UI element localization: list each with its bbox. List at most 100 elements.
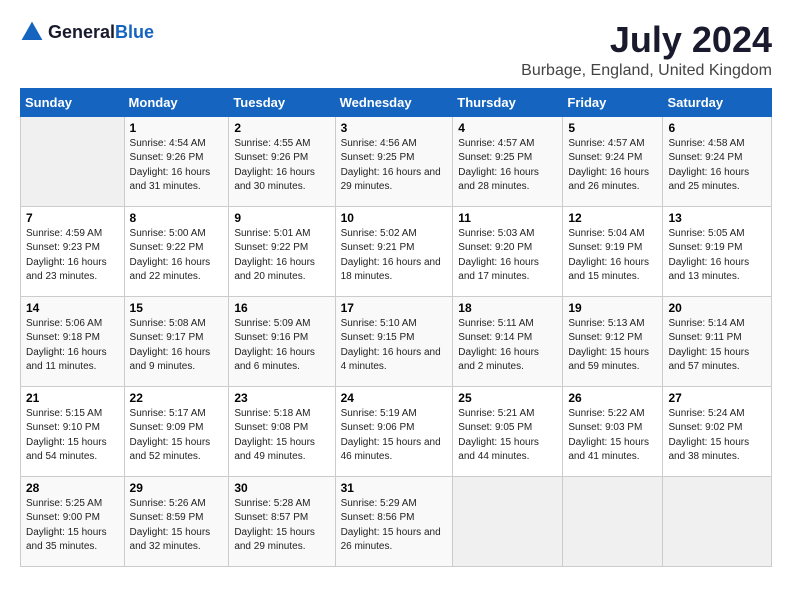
calendar-cell	[453, 476, 563, 566]
day-number: 17	[341, 301, 448, 315]
day-header-saturday: Saturday	[663, 88, 772, 116]
day-info: Sunrise: 4:54 AMSunset: 9:26 PMDaylight:…	[130, 137, 224, 195]
calendar-cell: 12 Sunrise: 5:04 AMSunset: 9:19 PMDayligh…	[563, 206, 663, 296]
calendar-week-row: 28Sunrise: 5:25 AMSunset: 9:00 PMDayligh…	[21, 476, 772, 566]
day-info: Sunrise: 5:18 AMSunset: 9:08 PMDaylight:…	[234, 407, 329, 465]
day-number: 6	[668, 121, 766, 135]
day-info: Sunrise: 5:03 AMSunset: 9:20 PMDaylight:…	[458, 227, 557, 285]
page-header: GeneralBlue July 2024 Burbage, England, …	[20, 20, 772, 80]
calendar-cell: 20 Sunrise: 5:14 AMSunset: 9:11 PMDayligh…	[663, 296, 772, 386]
day-number: 22	[130, 391, 224, 405]
calendar-header-row: SundayMondayTuesdayWednesdayThursdayFrid…	[21, 88, 772, 116]
day-number: 31	[341, 481, 448, 495]
day-info: Sunrise: 5:00 AMSunset: 9:22 PMDaylight:…	[130, 227, 224, 285]
day-info: Sunrise: 5:02 AMSunset: 9:21 PMDaylight:…	[341, 227, 448, 285]
day-info: Sunrise: 5:15 AMSunset: 9:10 PMDaylight:…	[26, 407, 119, 465]
day-info: Sunrise: 4:59 AMSunset: 9:23 PMDaylight:…	[26, 227, 119, 285]
logo-general: General	[48, 22, 115, 42]
day-number: 25	[458, 391, 557, 405]
day-header-tuesday: Tuesday	[229, 88, 335, 116]
calendar-cell: 2 Sunrise: 4:55 AMSunset: 9:26 PMDaylight…	[229, 116, 335, 206]
calendar-cell: 3 Sunrise: 4:56 AMSunset: 9:25 PMDaylight…	[335, 116, 453, 206]
calendar-cell: 23Sunrise: 5:18 AMSunset: 9:08 PMDayligh…	[229, 386, 335, 476]
day-number: 4	[458, 121, 557, 135]
day-info: Sunrise: 5:17 AMSunset: 9:09 PMDaylight:…	[130, 407, 224, 465]
day-info: Sunrise: 5:19 AMSunset: 9:06 PMDaylight:…	[341, 407, 448, 465]
day-info: Sunrise: 5:11 AMSunset: 9:14 PMDaylight:…	[458, 317, 557, 375]
day-number: 13	[668, 211, 766, 225]
calendar-cell: 4 Sunrise: 4:57 AMSunset: 9:25 PMDaylight…	[453, 116, 563, 206]
calendar-cell: 28Sunrise: 5:25 AMSunset: 9:00 PMDayligh…	[21, 476, 125, 566]
logo-icon	[20, 20, 44, 44]
day-info: Sunrise: 4:55 AMSunset: 9:26 PMDaylight:…	[234, 137, 329, 195]
calendar-cell: 8 Sunrise: 5:00 AMSunset: 9:22 PMDaylight…	[124, 206, 229, 296]
calendar-cell: 7 Sunrise: 4:59 AMSunset: 9:23 PMDaylight…	[21, 206, 125, 296]
calendar-week-row: 1 Sunrise: 4:54 AMSunset: 9:26 PMDaylight…	[21, 116, 772, 206]
day-number: 8	[130, 211, 224, 225]
calendar-cell: 21Sunrise: 5:15 AMSunset: 9:10 PMDayligh…	[21, 386, 125, 476]
day-info: Sunrise: 5:14 AMSunset: 9:11 PMDaylight:…	[668, 317, 766, 375]
day-info: Sunrise: 5:08 AMSunset: 9:17 PMDaylight:…	[130, 317, 224, 375]
day-info: Sunrise: 4:56 AMSunset: 9:25 PMDaylight:…	[341, 137, 448, 195]
month-title: July 2024	[521, 20, 772, 60]
day-number: 2	[234, 121, 329, 135]
day-number: 3	[341, 121, 448, 135]
calendar-cell: 17 Sunrise: 5:10 AMSunset: 9:15 PMDayligh…	[335, 296, 453, 386]
logo-text: GeneralBlue	[48, 22, 154, 43]
day-info: Sunrise: 5:05 AMSunset: 9:19 PMDaylight:…	[668, 227, 766, 285]
calendar-cell: 11Sunrise: 5:03 AMSunset: 9:20 PMDayligh…	[453, 206, 563, 296]
day-header-wednesday: Wednesday	[335, 88, 453, 116]
calendar-cell: 15 Sunrise: 5:08 AMSunset: 9:17 PMDayligh…	[124, 296, 229, 386]
calendar-cell: 1 Sunrise: 4:54 AMSunset: 9:26 PMDaylight…	[124, 116, 229, 206]
day-info: Sunrise: 5:09 AMSunset: 9:16 PMDaylight:…	[234, 317, 329, 375]
calendar-cell	[21, 116, 125, 206]
day-number: 10	[341, 211, 448, 225]
calendar-cell: 13 Sunrise: 5:05 AMSunset: 9:19 PMDayligh…	[663, 206, 772, 296]
calendar-cell: 6 Sunrise: 4:58 AMSunset: 9:24 PMDaylight…	[663, 116, 772, 206]
day-info: Sunrise: 4:57 AMSunset: 9:24 PMDaylight:…	[568, 137, 657, 195]
calendar-cell: 10 Sunrise: 5:02 AMSunset: 9:21 PMDayligh…	[335, 206, 453, 296]
day-number: 15	[130, 301, 224, 315]
logo-blue: Blue	[115, 22, 154, 42]
calendar-cell: 27Sunrise: 5:24 AMSunset: 9:02 PMDayligh…	[663, 386, 772, 476]
day-info: Sunrise: 5:29 AMSunset: 8:56 PMDaylight:…	[341, 497, 448, 555]
day-info: Sunrise: 5:04 AMSunset: 9:19 PMDaylight:…	[568, 227, 657, 285]
day-number: 9	[234, 211, 329, 225]
day-info: Sunrise: 5:10 AMSunset: 9:15 PMDaylight:…	[341, 317, 448, 375]
day-info: Sunrise: 4:57 AMSunset: 9:25 PMDaylight:…	[458, 137, 557, 195]
day-number: 16	[234, 301, 329, 315]
calendar-cell: 25 Sunrise: 5:21 AMSunset: 9:05 PMDayligh…	[453, 386, 563, 476]
day-number: 1	[130, 121, 224, 135]
calendar-cell: 16 Sunrise: 5:09 AMSunset: 9:16 PMDayligh…	[229, 296, 335, 386]
calendar-week-row: 14 Sunrise: 5:06 AMSunset: 9:18 PMDayligh…	[21, 296, 772, 386]
day-number: 7	[26, 211, 119, 225]
calendar-cell: 29Sunrise: 5:26 AMSunset: 8:59 PMDayligh…	[124, 476, 229, 566]
calendar-cell: 30Sunrise: 5:28 AMSunset: 8:57 PMDayligh…	[229, 476, 335, 566]
day-number: 14	[26, 301, 119, 315]
calendar-cell: 26 Sunrise: 5:22 AMSunset: 9:03 PMDayligh…	[563, 386, 663, 476]
calendar-cell	[563, 476, 663, 566]
calendar-week-row: 7 Sunrise: 4:59 AMSunset: 9:23 PMDaylight…	[21, 206, 772, 296]
day-number: 29	[130, 481, 224, 495]
day-header-monday: Monday	[124, 88, 229, 116]
day-number: 24	[341, 391, 448, 405]
calendar-cell: 5 Sunrise: 4:57 AMSunset: 9:24 PMDaylight…	[563, 116, 663, 206]
day-number: 26	[568, 391, 657, 405]
day-number: 5	[568, 121, 657, 135]
day-number: 28	[26, 481, 119, 495]
day-number: 20	[668, 301, 766, 315]
day-info: Sunrise: 5:06 AMSunset: 9:18 PMDaylight:…	[26, 317, 119, 375]
day-info: Sunrise: 5:21 AMSunset: 9:05 PMDaylight:…	[458, 407, 557, 465]
day-info: Sunrise: 5:22 AMSunset: 9:03 PMDaylight:…	[568, 407, 657, 465]
day-number: 30	[234, 481, 329, 495]
calendar-cell: 9Sunrise: 5:01 AMSunset: 9:22 PMDaylight…	[229, 206, 335, 296]
calendar-cell: 24 Sunrise: 5:19 AMSunset: 9:06 PMDayligh…	[335, 386, 453, 476]
day-info: Sunrise: 4:58 AMSunset: 9:24 PMDaylight:…	[668, 137, 766, 195]
calendar-week-row: 21Sunrise: 5:15 AMSunset: 9:10 PMDayligh…	[21, 386, 772, 476]
location-title: Burbage, England, United Kingdom	[521, 62, 772, 80]
calendar-cell: 14 Sunrise: 5:06 AMSunset: 9:18 PMDayligh…	[21, 296, 125, 386]
calendar-cell: 18Sunrise: 5:11 AMSunset: 9:14 PMDayligh…	[453, 296, 563, 386]
day-number: 12	[568, 211, 657, 225]
calendar-cell: 31 Sunrise: 5:29 AMSunset: 8:56 PMDayligh…	[335, 476, 453, 566]
calendar-cell	[663, 476, 772, 566]
